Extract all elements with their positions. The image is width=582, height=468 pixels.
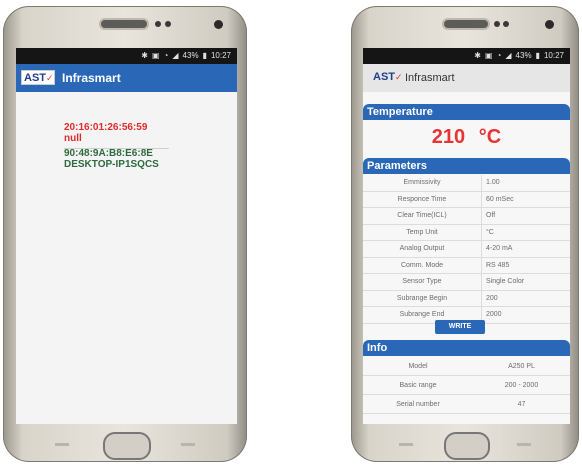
parameter-row[interactable]: Responce Time 60 mSec xyxy=(363,191,570,208)
device-divider xyxy=(64,148,169,149)
parameter-value[interactable]: RS 485 xyxy=(482,262,509,269)
parameter-label: Subrange Begin xyxy=(363,290,482,306)
signal-icon: ◢ xyxy=(172,51,179,60)
parameter-row[interactable]: Sensor Type Single Color xyxy=(363,274,570,291)
parameter-value[interactable]: °C xyxy=(482,229,494,236)
parameter-row[interactable]: Analog Output 4-20 mA xyxy=(363,241,570,258)
parameter-row[interactable]: Subrange Begin 200 xyxy=(363,290,570,307)
info-label: Basic range xyxy=(399,381,437,389)
battery-icon: ▮ xyxy=(535,51,540,60)
battery-percent: 43% xyxy=(515,51,532,60)
write-button[interactable]: WRITE xyxy=(435,320,485,334)
parameter-label: Analog Output xyxy=(363,241,482,257)
right-phone: ✱ ▣ ◔ ◢ 43% ▮ 10:27 AST✓ Infrasmart Temp… xyxy=(351,6,579,462)
left-app-bar: AST✓ Infrasmart xyxy=(16,64,237,92)
parameter-value[interactable]: Single Color xyxy=(482,278,524,285)
right-app-bar: AST✓ Infrasmart xyxy=(363,64,570,92)
ast-logo: AST✓ xyxy=(373,71,403,83)
temperature-value: 210 °C xyxy=(363,126,570,149)
right-sensor xyxy=(494,21,500,27)
parameter-label: Emmissivity xyxy=(363,175,482,191)
app-title: Infrasmart xyxy=(405,72,455,84)
parameter-label: Temp Unit xyxy=(363,224,482,240)
device-address: 20:16:01:26:56:59 xyxy=(64,122,148,133)
wifi-icon: ◔ xyxy=(496,51,502,60)
left-speaker xyxy=(101,20,147,28)
ast-logo: AST✓ xyxy=(21,70,55,85)
device-name: null xyxy=(64,133,82,144)
info-row: Serial number 47 xyxy=(363,395,570,414)
parameter-value[interactable]: 60 mSec xyxy=(482,196,514,203)
battery-saver-icon: ▣ xyxy=(484,51,493,60)
left-sensor xyxy=(155,21,161,27)
right-recent-key[interactable] xyxy=(399,443,413,446)
battery-icon: ▮ xyxy=(202,51,207,60)
wifi-icon: ◔ xyxy=(163,51,169,60)
parameter-row[interactable]: Clear Time(ICL) Off xyxy=(363,208,570,225)
parameter-label: Clear Time(ICL) xyxy=(363,208,482,224)
info-row: Basic range 200 - 2000 xyxy=(363,376,570,395)
info-row: Model A250 PL xyxy=(363,357,570,376)
device-item-2[interactable]: 90:48:9A:B8:E6:8E DESKTOP-IP1SQCS xyxy=(64,148,159,170)
status-time: 10:27 xyxy=(210,51,231,60)
parameter-value[interactable]: Off xyxy=(482,212,495,219)
parameter-label: Sensor Type xyxy=(363,274,482,290)
right-speaker xyxy=(444,20,488,28)
status-time: 10:27 xyxy=(543,51,564,60)
parameter-value[interactable]: 200 xyxy=(482,295,498,302)
battery-saver-icon: ▣ xyxy=(151,51,160,60)
app-title: Infrasmart xyxy=(62,71,121,85)
left-home-button[interactable] xyxy=(103,432,151,460)
parameter-row[interactable]: Comm. Mode RS 485 xyxy=(363,257,570,274)
right-front-camera xyxy=(545,20,554,29)
left-status-bar: ✱ ▣ ◔ ◢ 43% ▮ 10:27 xyxy=(16,48,237,64)
left-front-camera xyxy=(214,20,223,29)
device-name: DESKTOP-IP1SQCS xyxy=(64,159,159,170)
signal-icon: ◢ xyxy=(505,51,512,60)
right-back-key[interactable] xyxy=(517,443,531,446)
left-screen: ✱ ▣ ◔ ◢ 43% ▮ 10:27 AST✓ Infrasmart 20:1… xyxy=(16,48,237,424)
right-home-button[interactable] xyxy=(444,432,490,460)
parameter-value[interactable]: 1.00 xyxy=(482,179,500,186)
right-screen: ✱ ▣ ◔ ◢ 43% ▮ 10:27 AST✓ Infrasmart Temp… xyxy=(363,48,570,424)
left-phone: ✱ ▣ ◔ ◢ 43% ▮ 10:27 AST✓ Infrasmart 20:1… xyxy=(3,6,247,462)
info-label: Serial number xyxy=(396,400,440,408)
info-value: 47 xyxy=(517,400,526,408)
device-address: 90:48:9A:B8:E6:8E xyxy=(64,148,153,159)
temperature-number: 210 xyxy=(431,126,466,148)
temperature-unit: °C xyxy=(478,126,502,148)
temperature-header: Temperature xyxy=(363,104,570,120)
right-status-bar: ✱ ▣ ◔ ◢ 43% ▮ 10:27 xyxy=(363,48,570,64)
info-header: Info xyxy=(363,340,570,356)
right-sensor-2 xyxy=(503,21,509,27)
parameter-value[interactable]: 2000 xyxy=(482,311,502,318)
parameter-value[interactable]: 4-20 mA xyxy=(482,245,512,252)
info-value: 200 - 2000 xyxy=(504,381,539,389)
device-item-1[interactable]: 20:16:01:26:56:59 null xyxy=(64,122,159,144)
info-table: Model A250 PL Basic range 200 - 2000 Seria… xyxy=(363,357,570,414)
left-sensor-2 xyxy=(165,21,171,27)
left-recent-key[interactable] xyxy=(55,443,69,446)
parameters-table: Emmissivity 1.00 Responce Time 60 mSec Cle… xyxy=(363,175,570,324)
info-label: Model xyxy=(408,362,428,370)
info-value: A250 PL xyxy=(508,362,535,370)
parameter-label: Comm. Mode xyxy=(363,257,482,273)
parameter-row[interactable]: Temp Unit °C xyxy=(363,224,570,241)
parameters-header: Parameters xyxy=(363,158,570,174)
battery-percent: 43% xyxy=(182,51,199,60)
bluetooth-icon: ✱ xyxy=(474,51,481,60)
bluetooth-icon: ✱ xyxy=(141,51,148,60)
left-back-key[interactable] xyxy=(181,443,195,446)
parameter-row[interactable]: Emmissivity 1.00 xyxy=(363,175,570,192)
parameter-label: Responce Time xyxy=(363,191,482,207)
